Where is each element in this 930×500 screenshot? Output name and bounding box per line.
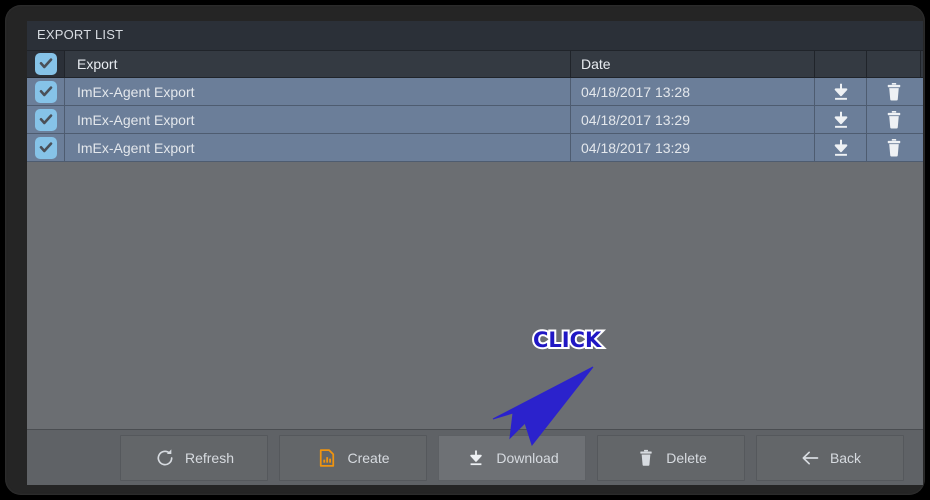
delete-button[interactable]: Delete xyxy=(597,435,745,481)
back-button-label: Back xyxy=(829,450,862,466)
refresh-button-label: Refresh xyxy=(184,450,235,466)
app-screen: EXPORT LIST Export Date ImEx-Agent Expor… xyxy=(27,21,923,485)
row-delete-button[interactable] xyxy=(867,134,921,161)
table-row[interactable]: ImEx-Agent Export 04/18/2017 13:29 xyxy=(27,106,923,134)
trash-icon xyxy=(635,447,657,469)
delete-button-label: Delete xyxy=(666,450,707,466)
row-select-cell[interactable] xyxy=(27,78,65,105)
row-export-date: 04/18/2017 13:29 xyxy=(571,134,815,161)
row-checkbox[interactable] xyxy=(34,108,57,131)
column-header-delete xyxy=(867,51,921,77)
device-frame: EXPORT LIST Export Date ImEx-Agent Expor… xyxy=(0,0,930,500)
device-bezel: EXPORT LIST Export Date ImEx-Agent Expor… xyxy=(5,5,925,495)
row-export-date: 04/18/2017 13:28 xyxy=(571,78,815,105)
download-button[interactable]: Download xyxy=(438,435,586,481)
trash-icon xyxy=(887,82,901,101)
download-button-label: Download xyxy=(496,450,559,466)
checkmark-icon xyxy=(39,85,52,96)
table-header-row: Export Date xyxy=(27,50,923,78)
window-titlebar: EXPORT LIST xyxy=(27,21,923,50)
column-header-download xyxy=(815,51,867,77)
download-icon xyxy=(465,447,487,469)
create-document-chart-icon xyxy=(316,447,338,469)
row-export-name: ImEx-Agent Export xyxy=(65,134,571,161)
arrow-left-icon xyxy=(799,447,821,469)
bottom-toolbar: Refresh Create Download Delete Back xyxy=(27,429,923,485)
table-row[interactable]: ImEx-Agent Export 04/18/2017 13:29 xyxy=(27,134,923,162)
download-icon xyxy=(834,83,847,100)
download-icon xyxy=(834,139,847,156)
click-annotation-label: CLICK xyxy=(531,326,603,354)
create-button[interactable]: Create xyxy=(279,435,427,481)
row-download-button[interactable] xyxy=(815,106,867,133)
export-list-table: Export Date ImEx-Agent Export 04/18/2017… xyxy=(27,50,923,162)
row-select-cell[interactable] xyxy=(27,134,65,161)
row-export-date: 04/18/2017 13:29 xyxy=(571,106,815,133)
checkmark-icon xyxy=(39,58,52,69)
checkmark-icon xyxy=(39,113,52,124)
select-all-cell[interactable] xyxy=(27,51,65,77)
trash-icon xyxy=(887,138,901,157)
checkmark-icon xyxy=(39,141,52,152)
page-title: EXPORT LIST xyxy=(37,27,124,42)
row-checkbox[interactable] xyxy=(34,80,57,103)
refresh-icon xyxy=(154,447,176,469)
row-export-name: ImEx-Agent Export xyxy=(65,106,571,133)
column-header-date[interactable]: Date xyxy=(571,51,815,77)
select-all-checkbox[interactable] xyxy=(34,53,57,75)
row-select-cell[interactable] xyxy=(27,106,65,133)
refresh-button[interactable]: Refresh xyxy=(120,435,268,481)
column-header-export[interactable]: Export xyxy=(65,51,571,77)
row-delete-button[interactable] xyxy=(867,106,921,133)
row-delete-button[interactable] xyxy=(867,78,921,105)
create-button-label: Create xyxy=(347,450,390,466)
row-download-button[interactable] xyxy=(815,134,867,161)
row-checkbox[interactable] xyxy=(34,136,57,159)
row-download-button[interactable] xyxy=(815,78,867,105)
back-button[interactable]: Back xyxy=(756,435,904,481)
trash-icon xyxy=(887,110,901,129)
toolbar-button-row: Refresh Create Download Delete Back xyxy=(120,435,904,481)
row-export-name: ImEx-Agent Export xyxy=(65,78,571,105)
table-row[interactable]: ImEx-Agent Export 04/18/2017 13:28 xyxy=(27,78,923,106)
download-icon xyxy=(834,111,847,128)
